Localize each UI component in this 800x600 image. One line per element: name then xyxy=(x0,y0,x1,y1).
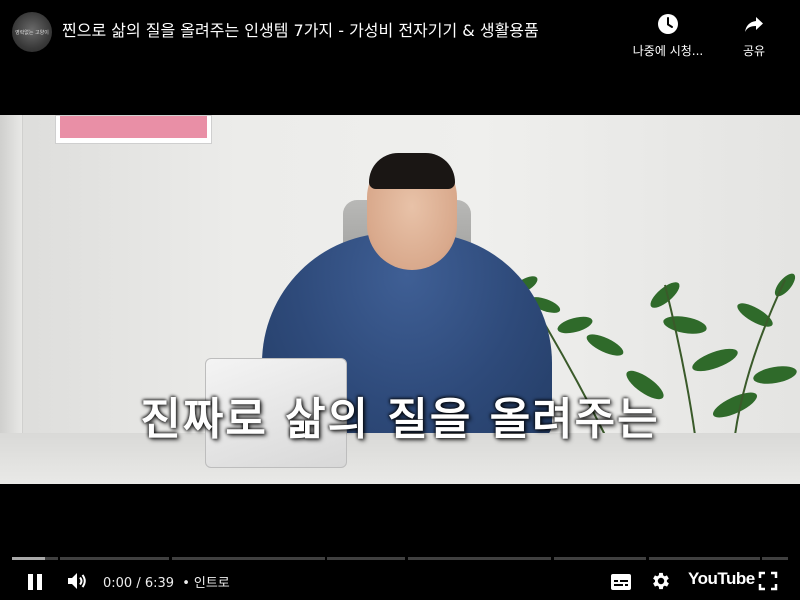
loaded-fill xyxy=(12,557,45,560)
mute-button[interactable] xyxy=(64,568,90,594)
person-hair xyxy=(369,153,455,189)
pause-icon xyxy=(28,574,42,590)
settings-gear-icon xyxy=(653,572,669,590)
chapter-segment[interactable] xyxy=(762,557,788,560)
share-label: 공유 xyxy=(742,44,766,58)
fullscreen-icon xyxy=(758,571,778,591)
chapter-segment[interactable] xyxy=(172,557,325,560)
channel-avatar-text: 영락없는 고양이 xyxy=(15,29,49,36)
clock-icon xyxy=(658,14,678,34)
chapter-segment[interactable] xyxy=(60,557,169,560)
channel-avatar[interactable]: 영락없는 고양이 xyxy=(12,12,52,52)
fullscreen-button[interactable] xyxy=(755,568,781,594)
chapter-segment[interactable] xyxy=(649,557,760,560)
video-title[interactable]: 찐으로 삶의 질을 올려주는 인생템 7가지 - 가성비 전자기기 & 생활용품 xyxy=(62,20,539,42)
chapter-segment[interactable] xyxy=(327,557,405,560)
share-arrow-icon xyxy=(745,17,763,32)
subtitles-button[interactable] xyxy=(608,569,634,595)
video-frame[interactable]: 진짜로 삶의 질을 올려주는 xyxy=(0,115,800,484)
wall-poster xyxy=(55,115,212,144)
settings-button[interactable] xyxy=(648,568,674,594)
time-display: 0:00 / 6:39 • 인트로 xyxy=(103,572,230,591)
volume-icon xyxy=(68,573,86,589)
duration: 6:39 xyxy=(144,576,175,591)
chapter-segment[interactable] xyxy=(554,557,646,560)
watch-later-button[interactable]: 나중에 시청... xyxy=(623,12,713,59)
player-controls: 0:00 / 6:39 • 인트로 YouTube xyxy=(0,563,800,600)
subtitles-icon xyxy=(611,574,631,590)
time-separator: / xyxy=(136,576,141,591)
youtube-logo[interactable]: YouTube xyxy=(688,569,755,589)
top-bar: 영락없는 고양이 찐으로 삶의 질을 올려주는 인생템 7가지 - 가성비 전자… xyxy=(0,0,800,70)
chapter-segment[interactable] xyxy=(408,557,551,560)
chapter-bullet: • xyxy=(182,576,190,591)
share-button[interactable]: 공유 xyxy=(709,12,799,59)
pause-button[interactable] xyxy=(22,569,48,595)
watch-later-label: 나중에 시청... xyxy=(632,44,704,58)
video-caption: 진짜로 삶의 질을 올려주는 xyxy=(140,394,660,445)
chapter-segment[interactable] xyxy=(12,557,58,560)
progress-bar[interactable] xyxy=(12,557,788,560)
chapter-title[interactable]: 인트로 xyxy=(194,576,230,591)
current-time: 0:00 xyxy=(103,576,133,591)
